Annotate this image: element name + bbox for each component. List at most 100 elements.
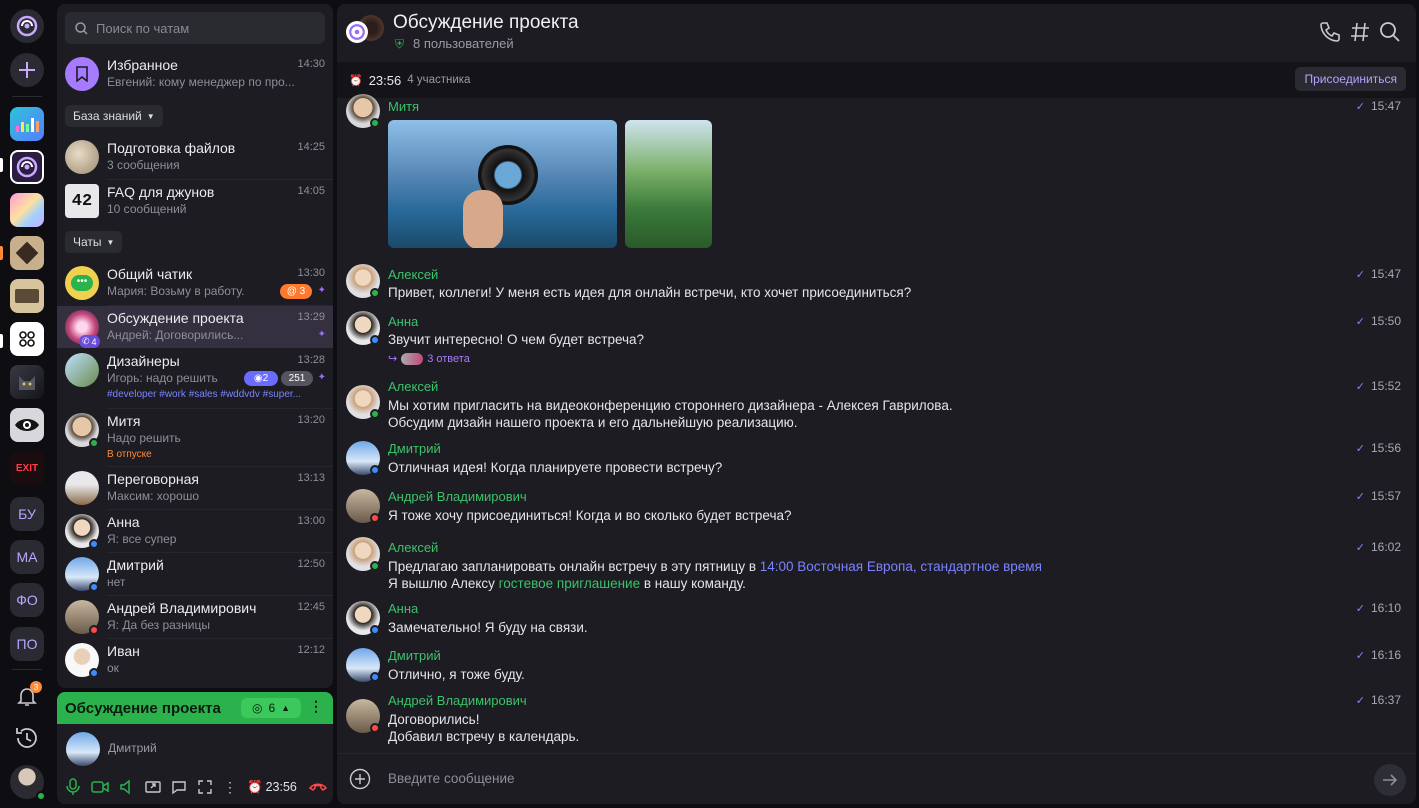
workspace-chart[interactable] [10, 107, 44, 141]
chat-item[interactable]: Анна Я: все супер 13:00 [57, 510, 333, 552]
chat-name: Общий чатик [107, 266, 193, 282]
chat-item[interactable]: Митя Надо решить 13:20 В отпуске [57, 409, 333, 467]
workspace-rail: EXIT БУ МА ФО ПО 3 [0, 0, 54, 808]
message-time-value: 15:52 [1370, 379, 1401, 393]
message-image-lens[interactable] [388, 120, 617, 248]
hangup-icon[interactable] [309, 781, 327, 793]
workspace-ma[interactable]: МА [10, 540, 44, 574]
chat-item[interactable]: Иван ок 12:12 [57, 639, 333, 681]
share-screen-icon[interactable] [145, 779, 161, 795]
search-input[interactable]: Поиск по чатам [65, 12, 325, 44]
chat-time: 13:00 [297, 515, 325, 527]
pin-icon: ✦ [317, 372, 326, 383]
message-author[interactable]: Алексей [388, 379, 438, 394]
knowledge-item[interactable]: 42 FAQ для джунов 10 сообщений 14:05 [57, 180, 333, 222]
chat-name: Иван [107, 643, 140, 659]
join-call-button[interactable]: Присоединиться [1295, 67, 1406, 91]
profile-avatar[interactable] [10, 765, 46, 801]
message-author[interactable]: Андрей Владимирович [388, 489, 527, 504]
workspace-exit[interactable]: EXIT [10, 451, 44, 485]
call-count: 4 [91, 336, 97, 347]
chat-preview: Я: Да без разницы [107, 618, 210, 632]
check-icon: ✓ [1355, 442, 1365, 455]
notifications-icon[interactable]: 3 [10, 679, 44, 713]
phone-icon[interactable] [1318, 20, 1342, 44]
message-author[interactable]: Дмитрий [388, 441, 441, 456]
search-icon[interactable] [1378, 20, 1402, 44]
datetime-link[interactable]: 14:00 Восточная Европа, стандартное врем… [760, 559, 1042, 574]
message-text-line2: Добавил встречу в календарь. [388, 729, 580, 744]
chat-item[interactable]: Переговорная Максим: хорошо 13:13 [57, 467, 333, 509]
workspace-pastel[interactable] [10, 193, 44, 227]
chat-bubble-icon[interactable] [171, 779, 187, 795]
chat-item[interactable]: Дмитрий нет 12:50 [57, 553, 333, 595]
workspace-fo[interactable]: ФО [10, 583, 44, 617]
message-author[interactable]: Митя [388, 99, 419, 114]
chat-avatar [65, 353, 99, 387]
reply-arrow-icon: ↪ [388, 353, 398, 365]
message-text: Замечательно! Я буду на связи. [388, 620, 588, 635]
workspace-bu[interactable]: БУ [10, 497, 44, 531]
chat-item[interactable]: Дизайнеры Игорь: надо решить 13:28 ◉ 2 2… [57, 349, 333, 409]
chat-time: 12:50 [297, 558, 325, 570]
add-attachment-icon[interactable] [349, 768, 371, 790]
message-author[interactable]: Анна [388, 601, 418, 616]
chat-main: Обсуждение проекта ⛨ 8 пользователей ⏰ 2… [337, 4, 1416, 804]
chat-time: 13:28 [297, 354, 325, 366]
check-icon: ✓ [1355, 541, 1365, 554]
message-text: Предлагаю запланировать онлайн встречу в… [388, 558, 1042, 575]
message-text: Я тоже хочу присоединиться! Когда и во с… [388, 508, 792, 523]
chat-item-favorites[interactable]: Избранное Евгений: кому менеджер по про.… [57, 53, 333, 95]
section-knowledge-toggle[interactable]: База знаний ▼ [65, 105, 163, 127]
workspace-wood[interactable] [10, 236, 44, 270]
message-author[interactable]: Андрей Владимирович [388, 693, 527, 708]
speaker-icon[interactable] [119, 779, 135, 795]
message-composer: Введите сообщение [337, 753, 1416, 804]
chat-header-avatar [346, 15, 384, 47]
chat-time: 13:29 [297, 311, 325, 323]
call-participants-count: 6 [268, 701, 276, 715]
workspace-books[interactable] [10, 279, 44, 313]
message-time: ✓ 15:47 [1356, 99, 1401, 113]
thread-replies[interactable]: ↪ 3 ответа [388, 352, 470, 365]
fullscreen-icon[interactable] [197, 779, 213, 795]
call-participants-toggle[interactable]: ◎ 6 ▲ [241, 698, 301, 718]
message-author[interactable]: Алексей [388, 540, 438, 555]
chat-name: Анна [107, 514, 140, 530]
message-time: ✓ 16:02 [1356, 540, 1401, 554]
section-chats-label: Чаты [73, 235, 102, 249]
video-icon[interactable] [91, 780, 109, 794]
chat-title: Обсуждение проекта [393, 12, 579, 33]
app-logo-icon[interactable] [10, 9, 44, 43]
check-icon: ✓ [1355, 380, 1365, 393]
send-button[interactable] [1374, 764, 1406, 796]
message-input[interactable]: Введите сообщение [388, 771, 515, 786]
message-time-value: 16:10 [1370, 601, 1401, 615]
message-image-building[interactable] [625, 120, 712, 248]
workspace-po[interactable]: ПО [10, 627, 44, 661]
knowledge-item[interactable]: Подготовка файлов 3 сообщения 14:25 [57, 136, 333, 178]
more-vertical-icon[interactable]: ⋮ [309, 698, 323, 715]
section-chats-toggle[interactable]: Чаты ▼ [65, 231, 123, 253]
add-workspace-button[interactable] [10, 53, 44, 87]
guest-invite-link[interactable]: гостевое приглашение [499, 576, 640, 591]
message-author[interactable]: Алексей [388, 267, 438, 282]
history-icon[interactable] [10, 721, 44, 755]
workspace-cat[interactable] [10, 365, 44, 399]
chat-item[interactable]: Андрей Владимирович Я: Да без разницы 12… [57, 596, 333, 638]
chat-preview: Евгений: кому менеджер по про... [107, 75, 295, 89]
check-icon: ✓ [1355, 268, 1365, 281]
message-author[interactable]: Анна [388, 314, 418, 329]
message-text: Привет, коллеги! У меня есть идея для он… [388, 285, 912, 300]
chat-item[interactable]: ••• Общий чатик Мария: Возьму в работу. … [57, 262, 333, 304]
workspace-hub[interactable] [10, 322, 44, 356]
message: Анна ✓ 15:50 Звучит интересно! О чем буде… [337, 310, 1416, 370]
workspace-current[interactable] [10, 150, 44, 184]
more-vertical-icon[interactable]: ⋮ [223, 779, 237, 796]
chat-item-selected[interactable]: ✆ 4 Обсуждение проекта Андрей: Договорил… [57, 306, 333, 348]
microphone-icon[interactable] [65, 778, 81, 796]
message: Дмитрий ✓ 15:56 Отличная идея! Когда план… [337, 438, 1416, 484]
message-author[interactable]: Дмитрий [388, 648, 441, 663]
workspace-eye[interactable] [10, 408, 44, 442]
hashtag-icon[interactable] [1348, 20, 1372, 44]
